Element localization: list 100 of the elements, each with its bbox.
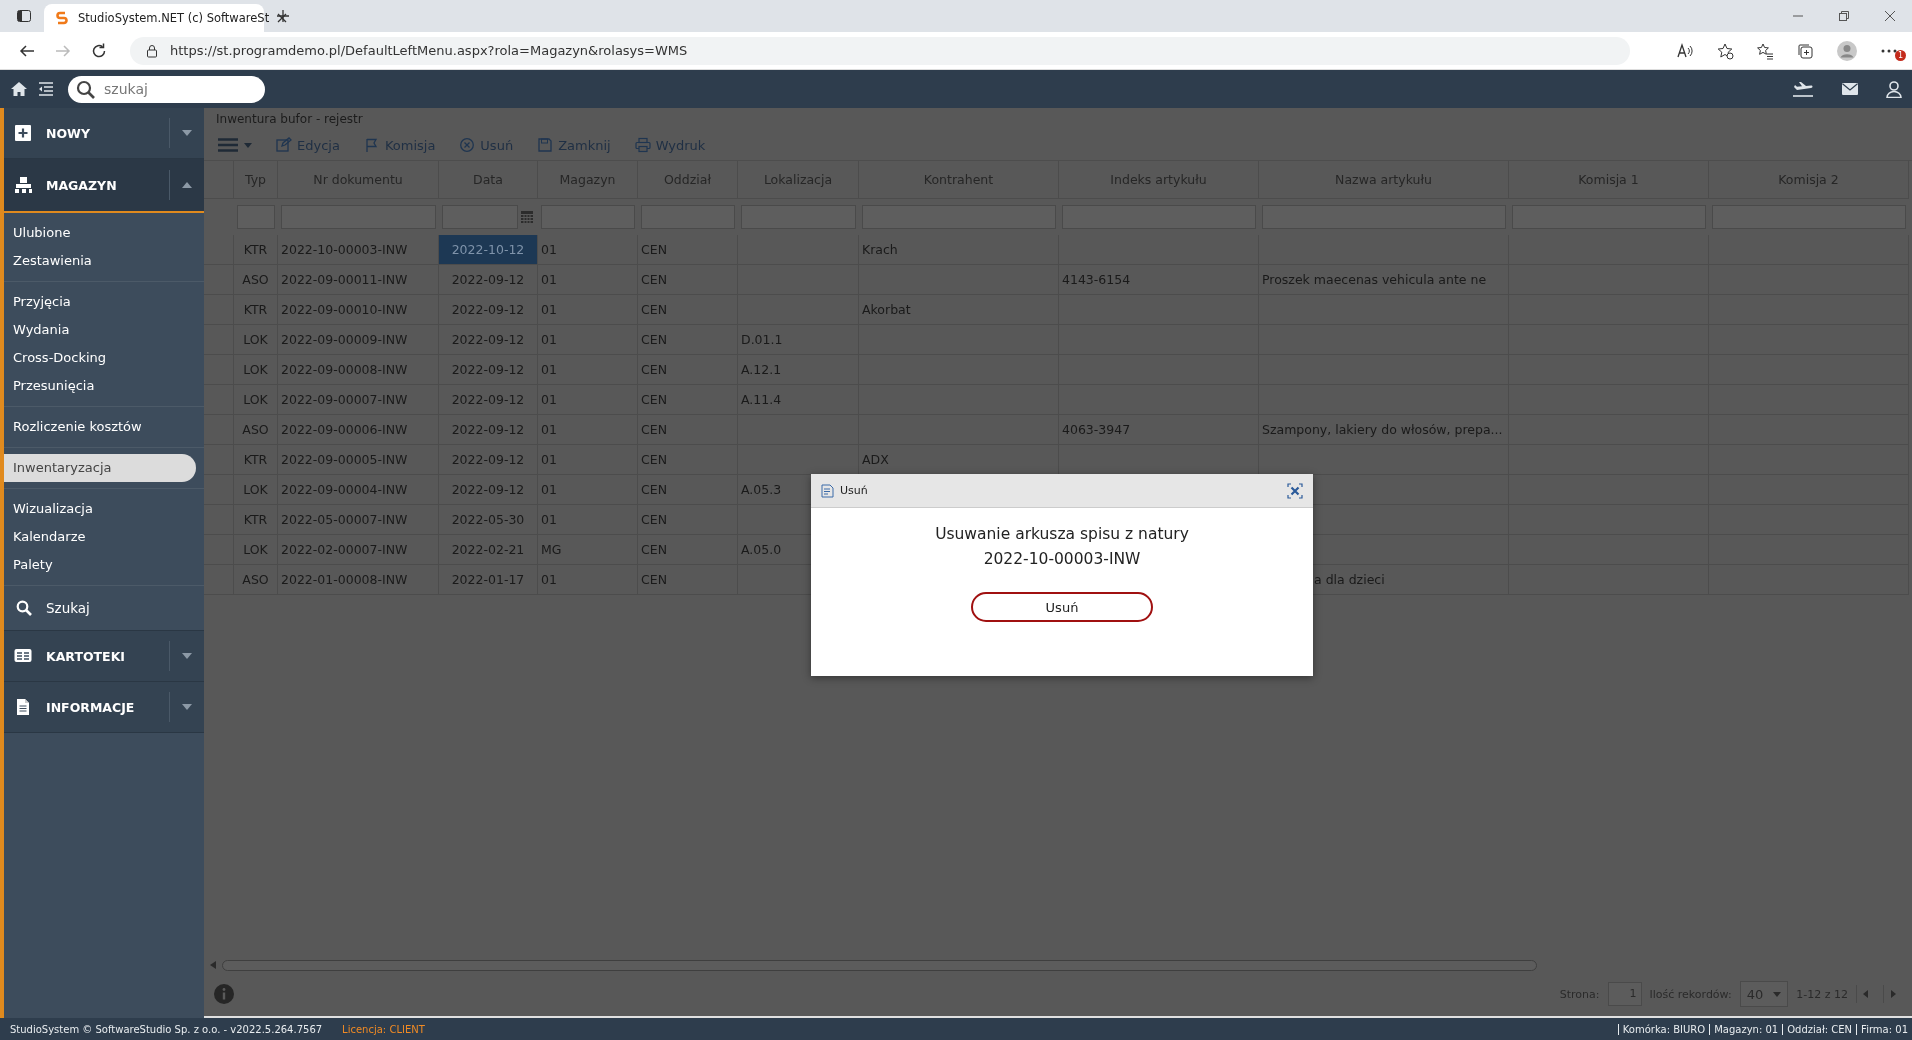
reload-icon[interactable] [90,41,108,60]
table-cell: 01 [538,415,638,445]
document-icon [14,698,32,716]
save-icon [537,137,554,153]
menu-section-header[interactable]: MAGAZYN [4,159,204,213]
table-cell: KTR [234,505,278,535]
info-icon[interactable] [214,984,234,1004]
menu-section-header[interactable]: INFORMACJE [4,682,204,733]
menu-item[interactable]: Rozliczenie kosztów [4,413,196,441]
table-cell: KTR [234,445,278,475]
table-cell: Szampony, lakiery do włosów, prepa... [1259,415,1509,445]
row-selector[interactable] [204,355,234,385]
table-cell: 2022-02-00007-INW [278,535,439,565]
delete-button[interactable]: Usuń [971,592,1153,622]
caret-icon [182,704,192,710]
caret-icon [182,182,192,188]
table-cell: 2022-09-12 [439,265,538,295]
menu-item[interactable]: Przesunięcia [4,372,196,400]
row-selector[interactable] [204,445,234,475]
document-icon [821,483,834,498]
row-selector[interactable] [204,235,234,265]
table-cell: 2022-09-12 [439,415,538,445]
scrollbar-thumb[interactable] [222,959,1537,971]
table-cell: CEN [638,235,738,265]
search-field[interactable]: szukaj [68,75,265,103]
menu-section-header[interactable]: KARTOTEKI [4,631,204,682]
table-cell: CEN [638,475,738,505]
table-cell: 01 [538,325,638,355]
mail-icon[interactable] [1842,83,1858,95]
favorites-icon[interactable] [1756,41,1774,60]
table-cell: 2022-10-12 [439,235,538,265]
row-selector[interactable] [204,325,234,355]
menu-dropdown-button[interactable] [218,138,252,152]
card-list-icon [14,647,32,665]
table-cell: CEN [638,355,738,385]
table-cell: 2022-09-12 [439,295,538,325]
caret-icon [244,142,252,148]
menu-section-header[interactable]: NOWY [4,108,204,159]
table-cell: 4143-6154 [1059,265,1259,295]
pallet-icon [14,176,32,194]
edit-icon [276,137,292,153]
table-cell: 2022-09-12 [439,445,538,475]
document-number: 2022-10-00003-INW [983,549,1141,570]
row-selector[interactable] [204,415,234,445]
table-cell: 01 [538,295,638,325]
user-icon[interactable] [1886,80,1902,98]
search-icon [16,600,32,616]
profile-icon[interactable] [1836,39,1858,62]
read-aloud-icon[interactable] [1676,41,1694,60]
row-selector[interactable] [204,385,234,415]
menu-item[interactable]: Inwentaryzacja [4,454,196,482]
table-cell: 2022-01-17 [439,565,538,595]
row-selector[interactable] [204,295,234,325]
table-cell: 2022-01-00008-INW [278,565,439,595]
table-cell: 4063-3947 [1059,415,1259,445]
row-selector[interactable] [204,505,234,535]
menu-item[interactable]: Przyjęcia [4,288,196,316]
table-cell: 2022-09-00006-INW [278,415,439,445]
table-cell: 01 [538,355,638,385]
row-selector[interactable] [204,265,234,295]
table-cell: Krach [859,235,1059,265]
menu-item[interactable]: Palety [4,551,196,579]
home-icon[interactable] [10,81,28,97]
lock-icon [146,43,158,58]
favorite-add-icon[interactable] [1716,41,1734,60]
caret-icon [182,653,192,659]
search-icon [76,79,96,100]
collections-icon[interactable] [1796,41,1814,60]
table-cell: A.12.1 [738,355,859,385]
menu-item[interactable]: Wydania [4,316,196,344]
table-cell: LOK [234,325,278,355]
plane-icon[interactable] [1792,81,1814,97]
row-selector[interactable] [204,475,234,505]
menu-item[interactable]: Kalendarze [4,523,196,551]
table-cell: CEN [638,505,738,535]
status-info: Magazyn: 01 [1709,1023,1783,1035]
table-cell: 2022-09-00005-INW [278,445,439,475]
table-cell: Akorbat [859,295,1059,325]
menu-collapse-icon[interactable] [38,82,54,96]
menu-item[interactable]: Wizualizacja [4,495,196,523]
table-cell: CEN [638,325,738,355]
row-selector[interactable] [204,535,234,565]
menu-item[interactable]: Ulubione [4,219,196,247]
menu-item[interactable]: Zestawienia [4,247,196,275]
row-selector[interactable] [204,565,234,595]
table-cell: ASO [234,415,278,445]
table-cell: CEN [638,295,738,325]
table-cell: 2022-09-12 [439,325,538,355]
table-cell: 2022-05-30 [439,505,538,535]
scroll-left-icon[interactable] [210,961,216,969]
url-text[interactable]: https://st.programdemo.pl/DefaultLeftMenu.aspx?rola=Magazyn&rolasys=WMS [170,43,688,58]
flag-icon [363,137,380,153]
sidebar-icon[interactable] [16,8,32,24]
more-icon[interactable] [1880,47,1898,54]
restore-icon[interactable] [1838,10,1850,22]
status-info: Oddział: CEN [1782,1023,1857,1035]
table-cell: MG [538,535,638,565]
table-cell: CEN [638,565,738,595]
menu-item[interactable]: Cross-Docking [4,344,196,372]
calendar-icon[interactable] [521,211,533,223]
